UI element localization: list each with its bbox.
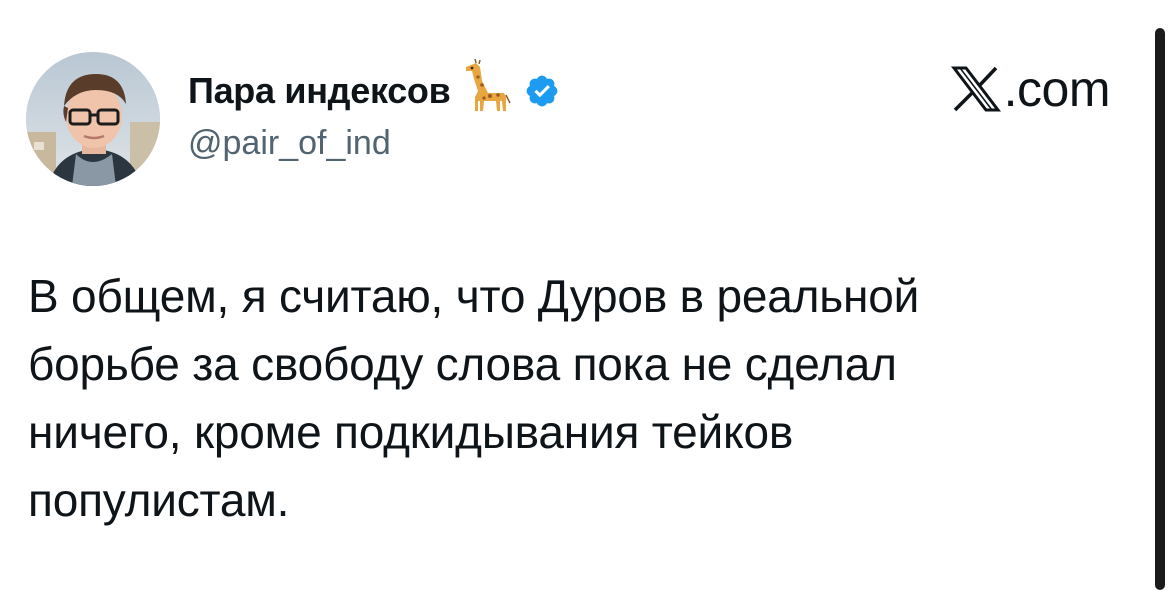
brand-watermark: .com bbox=[950, 61, 1111, 117]
avatar[interactable] bbox=[26, 52, 160, 186]
display-name[interactable]: Пара индексов bbox=[188, 70, 451, 112]
display-name-row: Пара индексов bbox=[188, 58, 560, 116]
verified-badge-icon[interactable] bbox=[524, 73, 560, 109]
tweet-text: В общем, я считаю, что Дуров в реальной … bbox=[28, 262, 1088, 534]
author-handle[interactable]: @pair_of_ind bbox=[188, 124, 391, 163]
giraffe-icon bbox=[460, 58, 512, 115]
brand-domain-label: .com bbox=[1003, 61, 1111, 117]
scrollbar[interactable] bbox=[1155, 28, 1165, 590]
tweet-card: Пара индексов @pair_of_ind .com В общем,… bbox=[0, 0, 1170, 590]
tweet-text-line: ничего, кроме подкидывания тейков bbox=[28, 406, 794, 458]
tweet-text-line: В общем, я считаю, что Дуров в реальной bbox=[28, 270, 920, 322]
tweet-text-line: популистам. bbox=[28, 474, 290, 526]
tweet-text-line: борьбе за свободу слова пока не сделал bbox=[28, 338, 897, 390]
x-logo-icon bbox=[950, 64, 1002, 114]
